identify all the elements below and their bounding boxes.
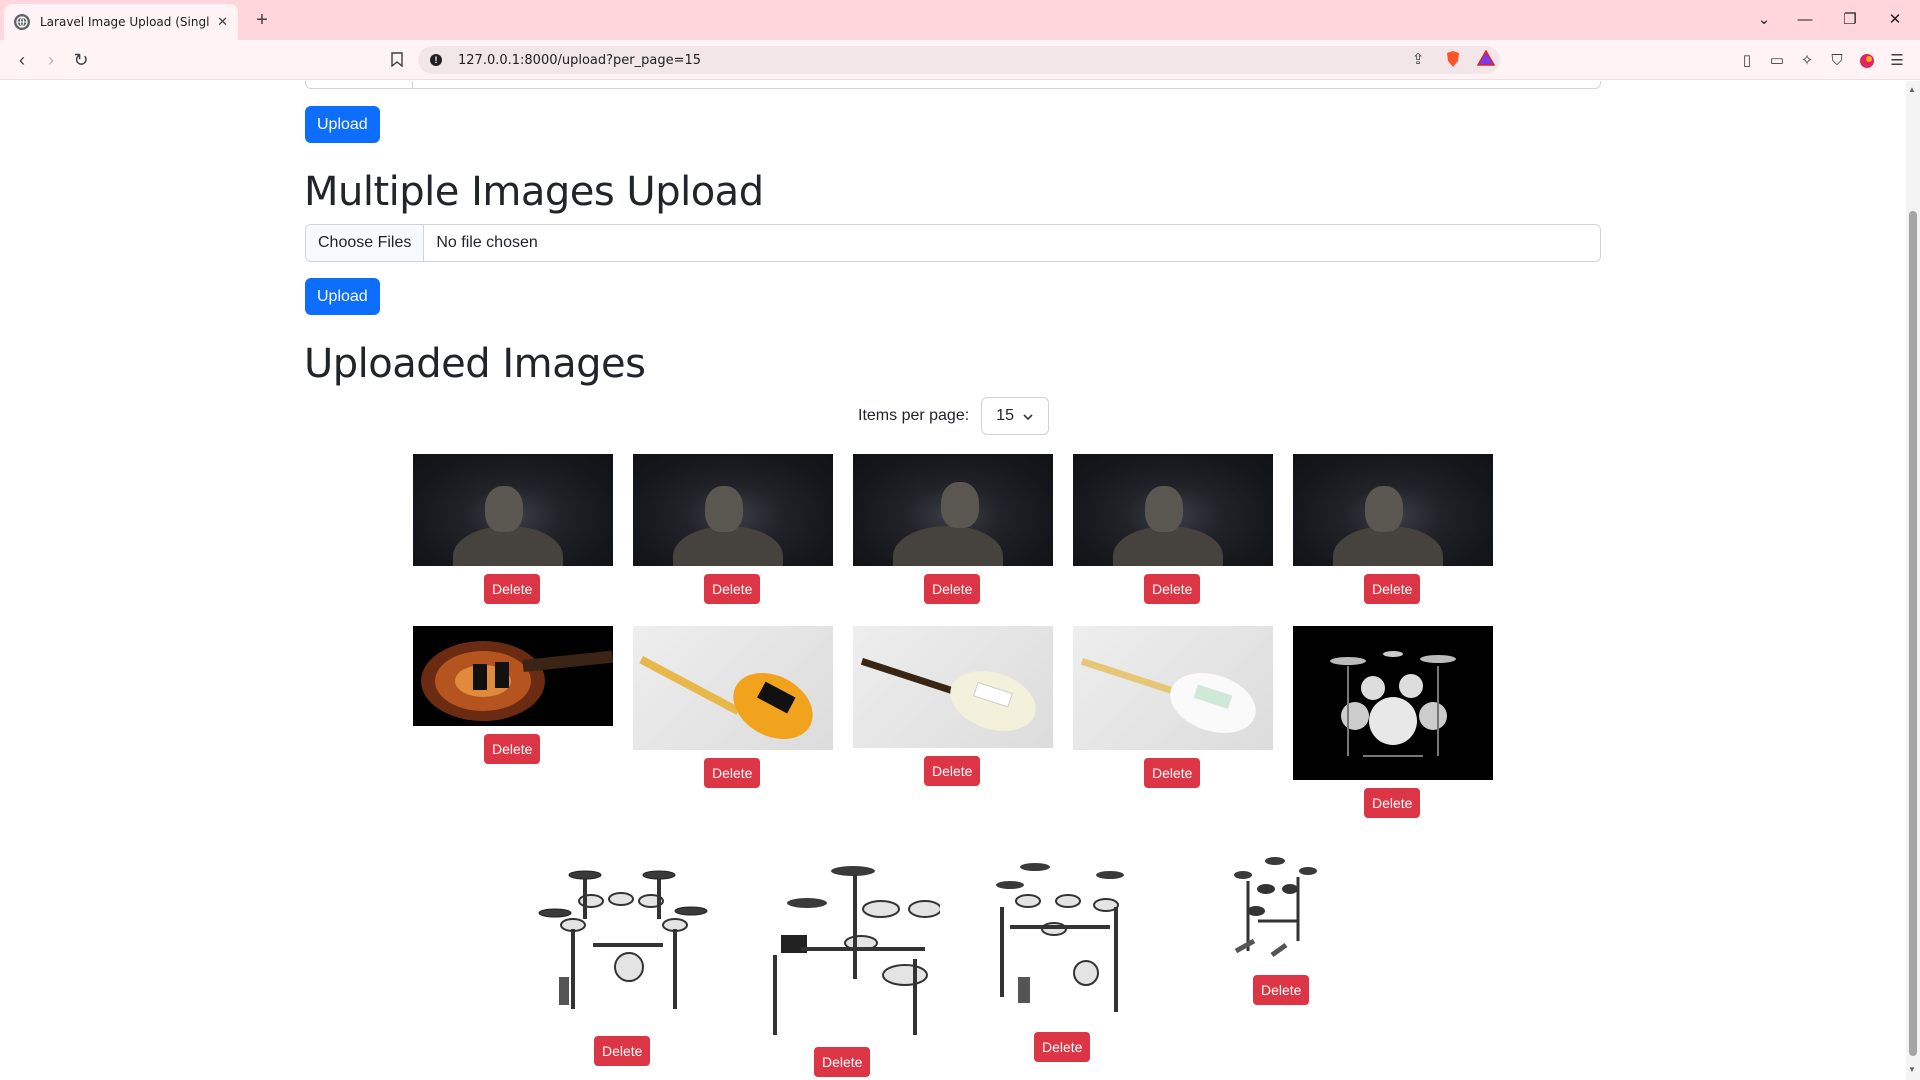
uploaded-image	[853, 626, 1053, 748]
address-bar[interactable]: ! 127.0.0.1:8000/upload?per_page=15 ⇪	[418, 46, 1500, 74]
menu-icon[interactable]: ☰	[1886, 50, 1908, 72]
delete-button[interactable]: Delete	[814, 1047, 871, 1077]
items-per-page-value: 15	[996, 407, 1014, 424]
tab-search-icon[interactable]: ⌄	[1752, 8, 1776, 32]
delete-button[interactable]: Delete	[484, 734, 541, 764]
close-tab-icon[interactable]: ✕	[217, 14, 228, 30]
delete-button[interactable]: Delete	[1364, 788, 1421, 818]
back-icon[interactable]: ‹	[8, 46, 36, 74]
tab-title: Laravel Image Upload (Single +	[40, 15, 210, 29]
items-per-page-label: Items per page:	[858, 407, 970, 424]
single-file-input-divider	[412, 81, 413, 89]
uploaded-image	[533, 859, 713, 1015]
sidebar-icon[interactable]: ▯	[1736, 50, 1758, 72]
vertical-scrollbar[interactable]: ▲ ▼	[1906, 81, 1920, 1080]
delete-button[interactable]: Delete	[924, 574, 981, 604]
brave-rewards-icon[interactable]	[1476, 49, 1496, 72]
delete-button[interactable]: Delete	[484, 574, 541, 604]
delete-button[interactable]: Delete	[1253, 975, 1310, 1005]
chevron-down-icon	[1022, 407, 1034, 426]
vpn-icon[interactable]: ⛉	[1826, 50, 1848, 72]
uploaded-image	[633, 626, 833, 750]
bookmark-icon[interactable]	[383, 46, 411, 74]
uploaded-image	[1073, 454, 1273, 566]
brave-shields-icon[interactable]	[1443, 50, 1463, 74]
file-status-text: No file chosen	[436, 234, 538, 251]
multiple-upload-button[interactable]: Upload	[305, 278, 380, 315]
uploaded-image	[413, 454, 613, 566]
uploaded-image	[1073, 626, 1273, 750]
uploaded-image	[765, 859, 940, 1035]
scrollbar-thumb[interactable]	[1909, 211, 1917, 1056]
window-close-icon[interactable]: ✕	[1883, 8, 1907, 32]
uploaded-image	[1293, 626, 1493, 780]
single-upload-button[interactable]: Upload	[305, 106, 380, 143]
uploaded-image	[853, 454, 1053, 566]
delete-button[interactable]: Delete	[924, 756, 981, 786]
reload-icon[interactable]: ↻	[67, 46, 95, 74]
scroll-up-icon[interactable]: ▲	[1908, 85, 1916, 94]
delete-button[interactable]: Delete	[704, 574, 761, 604]
uploaded-image	[1228, 851, 1318, 961]
restore-icon[interactable]: ❐	[1838, 8, 1862, 32]
uploaded-images-heading: Uploaded Images	[304, 341, 646, 387]
delete-button[interactable]: Delete	[594, 1036, 651, 1066]
uploaded-image	[633, 454, 833, 566]
new-tab-icon[interactable]: +	[250, 8, 274, 32]
multiple-file-input[interactable]: Choose Files No file chosen	[305, 224, 1601, 262]
single-file-input[interactable]	[305, 81, 1601, 89]
browser-tab-bar: Laravel Image Upload (Single + ✕ + ⌄ — ❐…	[0, 0, 1920, 40]
items-per-page: Items per page: 15	[858, 397, 1050, 435]
choose-files-button[interactable]: Choose Files	[306, 225, 425, 261]
delete-button[interactable]: Delete	[1364, 574, 1421, 604]
delete-button[interactable]: Delete	[704, 758, 761, 788]
delete-button[interactable]: Delete	[1144, 574, 1201, 604]
extension-icon[interactable]	[1856, 50, 1878, 72]
globe-icon	[14, 14, 30, 30]
minimize-icon[interactable]: —	[1793, 8, 1817, 32]
browser-tab[interactable]: Laravel Image Upload (Single + ✕	[4, 4, 238, 40]
url-text: 127.0.0.1:8000/upload?per_page=15	[458, 52, 702, 68]
scroll-down-icon[interactable]: ▼	[1908, 1065, 1916, 1074]
page-viewport: Upload Multiple Images Upload Choose Fil…	[0, 81, 1906, 1080]
uploaded-image	[980, 857, 1140, 1017]
wallet-icon[interactable]: ▭	[1766, 50, 1788, 72]
delete-button[interactable]: Delete	[1034, 1032, 1091, 1062]
leo-ai-icon[interactable]: ✧	[1796, 50, 1818, 72]
multiple-upload-heading: Multiple Images Upload	[304, 169, 764, 215]
share-icon[interactable]: ⇪	[1408, 50, 1428, 70]
delete-button[interactable]: Delete	[1144, 758, 1201, 788]
items-per-page-select[interactable]: 15	[981, 397, 1050, 435]
forward-icon[interactable]: ›	[37, 46, 65, 74]
uploaded-image	[413, 626, 613, 726]
uploaded-image	[1293, 454, 1493, 566]
site-info-icon[interactable]: !	[430, 54, 442, 66]
